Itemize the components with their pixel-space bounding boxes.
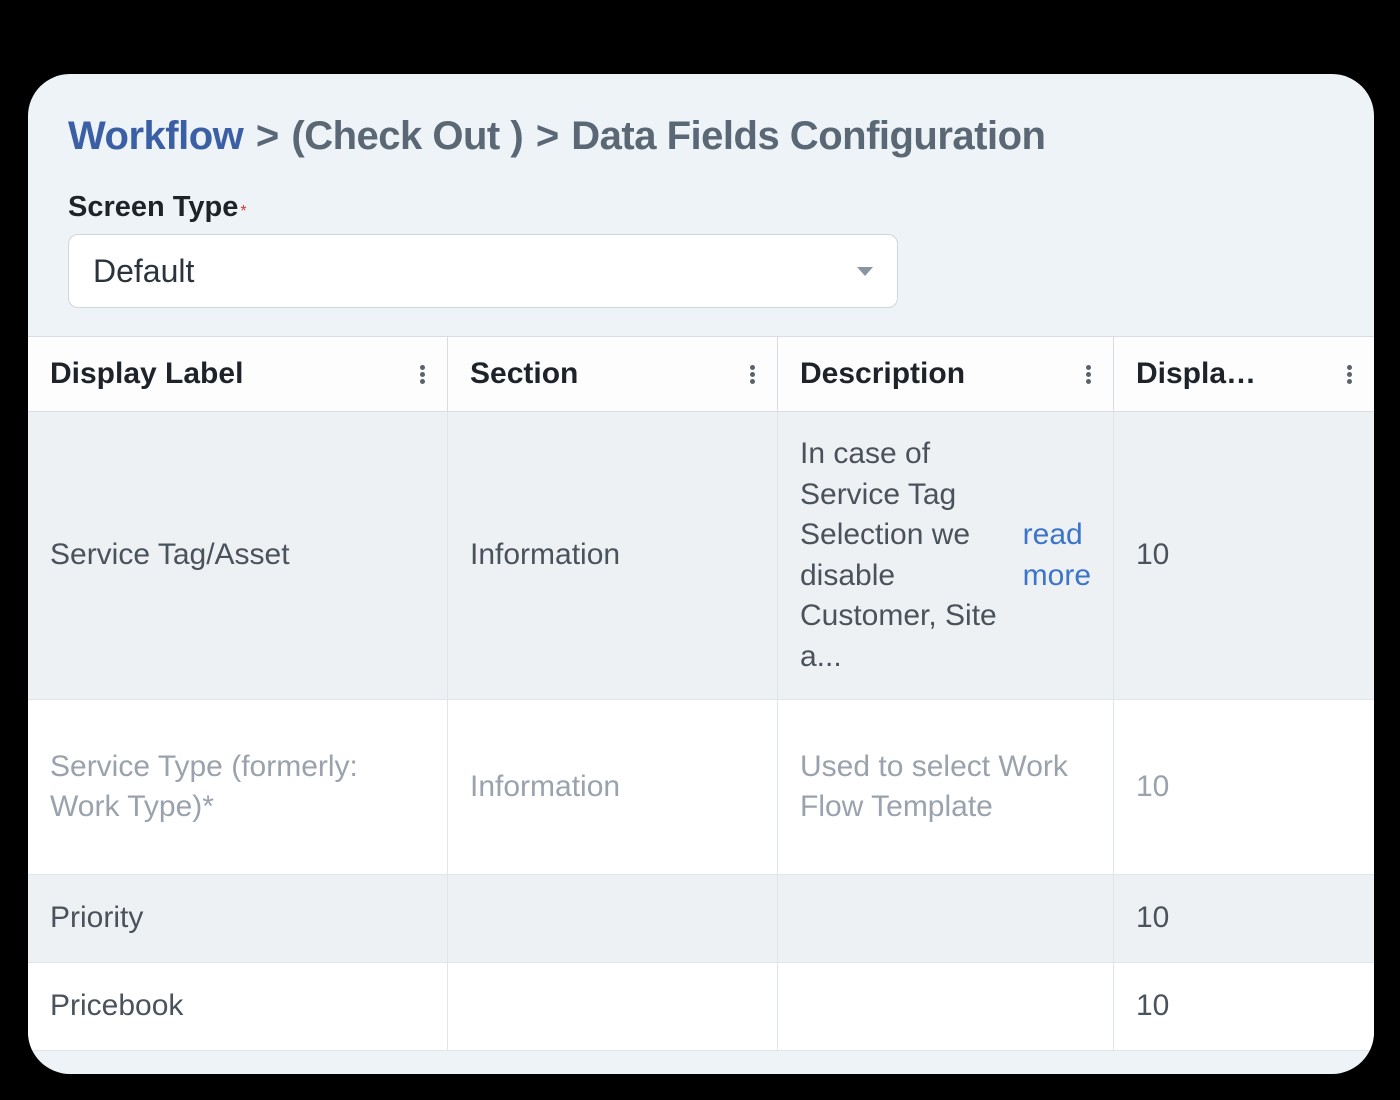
required-asterisk: * — [240, 203, 246, 220]
cell-display-label: Pricebook — [28, 963, 448, 1050]
cell-section: Information — [448, 700, 778, 874]
cell-display-label: Service Tag/Asset — [28, 412, 448, 699]
cell-displa: 10 — [1114, 412, 1374, 699]
kebab-menu-icon[interactable] — [1347, 365, 1352, 384]
column-header-text: Displa… — [1136, 357, 1256, 391]
breadcrumb-separator-1: > — [256, 114, 279, 158]
table-row[interactable]: Priority 10 — [28, 875, 1374, 963]
config-card: Workflow > (Check Out ) > Data Fields Co… — [28, 74, 1374, 1074]
column-header-display-label[interactable]: Display Label — [28, 337, 448, 411]
screen-type-label: Screen Type — [68, 191, 238, 223]
breadcrumb-mid-close: ) — [510, 114, 523, 158]
table-row[interactable]: Pricebook 10 — [28, 963, 1374, 1051]
breadcrumb-separator-2: > — [536, 114, 559, 158]
cell-section — [448, 875, 778, 962]
chevron-down-icon — [857, 267, 873, 276]
description-text: Used to select Work Flow Template — [800, 747, 1091, 828]
column-header-text: Section — [470, 357, 578, 391]
column-header-description[interactable]: Description — [778, 337, 1114, 411]
column-header-section[interactable]: Section — [448, 337, 778, 411]
data-fields-table: Display Label Section Description Displa… — [28, 336, 1374, 1051]
cell-displa: 10 — [1114, 875, 1374, 962]
cell-description — [778, 875, 1114, 962]
screen-type-value: Default — [93, 253, 194, 290]
column-header-displa[interactable]: Displa… — [1114, 337, 1374, 411]
kebab-menu-icon[interactable] — [750, 365, 755, 384]
screen-type-label-row: Screen Type* — [68, 191, 1334, 224]
cell-section — [448, 963, 778, 1050]
cell-description — [778, 963, 1114, 1050]
cell-displa: 10 — [1114, 963, 1374, 1050]
cell-display-label: Service Type (formerly: Work Type)* — [28, 700, 448, 874]
description-text: In case of Service Tag Selection we disa… — [800, 434, 1023, 677]
breadcrumb-mid-open: ( — [291, 114, 304, 158]
kebab-menu-icon[interactable] — [1086, 365, 1091, 384]
table-row[interactable]: Service Type (formerly: Work Type)* Info… — [28, 700, 1374, 875]
column-header-text: Display Label — [50, 357, 243, 391]
breadcrumb-mid: Check Out — [304, 114, 510, 158]
kebab-menu-icon[interactable] — [420, 365, 425, 384]
breadcrumb-link-workflow[interactable]: Workflow — [68, 114, 243, 158]
table-body: Service Tag/Asset Information In case of… — [28, 412, 1374, 1051]
cell-section: Information — [448, 412, 778, 699]
cell-description: Used to select Work Flow Template — [778, 700, 1114, 874]
screen-type-field: Screen Type* Default — [28, 169, 1374, 336]
cell-displa: 10 — [1114, 700, 1374, 874]
column-header-text: Description — [800, 357, 965, 391]
cell-description: In case of Service Tag Selection we disa… — [778, 412, 1114, 699]
breadcrumb-current: Data Fields Configuration — [571, 114, 1045, 158]
cell-display-label: Priority — [28, 875, 448, 962]
read-more-link[interactable]: read more — [1023, 515, 1091, 596]
screen-type-select[interactable]: Default — [68, 234, 898, 308]
table-row[interactable]: Service Tag/Asset Information In case of… — [28, 412, 1374, 700]
breadcrumb: Workflow > (Check Out ) > Data Fields Co… — [28, 74, 1374, 169]
table-header-row: Display Label Section Description Displa… — [28, 337, 1374, 412]
